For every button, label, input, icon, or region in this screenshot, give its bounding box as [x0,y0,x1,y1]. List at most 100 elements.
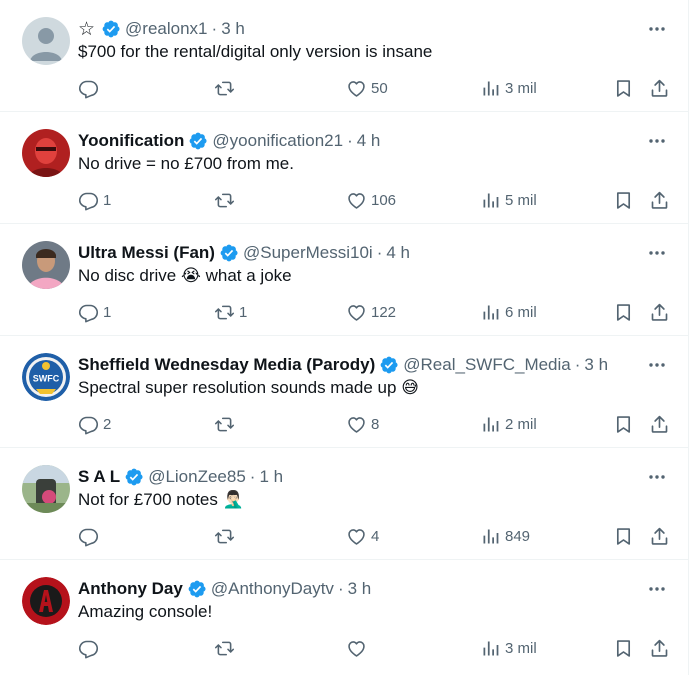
views-button[interactable]: 3 mil [480,636,537,660]
bookmark-button[interactable] [613,524,634,548]
views-button[interactable]: 5 mil [480,188,537,212]
separator: · [211,19,218,38]
like-button[interactable]: 106 [346,188,396,212]
verified-badge-icon [125,468,143,486]
retweet-button[interactable] [214,524,239,548]
heart-icon [348,640,365,657]
share-button[interactable] [649,188,670,212]
avatar[interactable] [22,241,70,289]
display-name[interactable]: Sheffield Wednesday Media (Parody) [78,355,375,375]
avatar[interactable]: SWFC [22,353,70,401]
display-name[interactable]: Yoonification [78,131,184,151]
more-icon[interactable] [648,468,666,486]
share-icon [651,79,668,97]
handle[interactable]: @SuperMessi10i [243,243,373,263]
tweet-text: Spectral super resolution sounds made up… [78,378,419,398]
share-icon [651,527,668,545]
reply-button[interactable]: 1 [78,188,111,212]
share-button[interactable] [649,412,670,436]
bookmark-button[interactable] [613,188,634,212]
retweet-button[interactable] [214,188,239,212]
share-button[interactable] [649,76,670,100]
reply-button[interactable]: 2 [78,412,111,436]
bookmark-icon [616,303,631,321]
like-button[interactable]: 8 [346,412,379,436]
timestamp[interactable]: 3 h [221,19,245,39]
retweet-button[interactable] [214,636,239,660]
bookmark-button[interactable] [613,636,634,660]
retweet-button[interactable] [214,76,239,100]
handle[interactable]: @yoonification21 [212,131,343,151]
retweet-icon [214,305,235,319]
retweet-icon [214,81,235,95]
heart-icon [348,192,365,209]
views-button[interactable]: 3 mil [480,76,537,100]
bookmark-button[interactable] [613,300,634,324]
avatar[interactable] [22,129,70,177]
timestamp[interactable]: 3 h [348,579,372,599]
tweet-feed: ☆ @realonx1 · 3 h $700 for the rental/di… [0,0,689,675]
like-button[interactable]: 4 [346,524,379,548]
tweet[interactable]: Yoonification @yoonification21 · 4 h No … [0,112,688,224]
bookmark-icon [616,415,631,433]
bookmark-button[interactable] [613,76,634,100]
tweet[interactable]: SWFC Sheffield Wednesday Media (Parody) … [0,336,688,448]
reply-icon [78,192,99,210]
more-icon[interactable] [648,580,666,598]
views-icon [483,417,499,431]
reply-count: 2 [103,415,112,433]
handle[interactable]: @realonx1 [125,19,207,39]
tweet[interactable]: Anthony Day @AnthonyDaytv · 3 h Amazing … [0,560,688,675]
timestamp[interactable]: 1 h [259,467,283,487]
avatar-crest-text: SWFC [33,374,60,384]
tweet[interactable]: S A L @LionZee85 · 1 h Not for £700 note… [0,448,688,560]
tweet-header: Anthony Day @AnthonyDaytv · 3 h [78,577,371,601]
retweet-button[interactable] [214,412,239,436]
display-name[interactable]: Anthony Day [78,579,183,599]
retweet-icon [214,529,235,543]
share-icon [651,303,668,321]
separator: · [337,579,344,598]
handle[interactable]: @AnthonyDaytv [211,579,334,599]
like-button[interactable]: 122 [346,300,396,324]
more-icon[interactable] [648,356,666,374]
bookmark-button[interactable] [613,412,634,436]
reply-button[interactable]: 1 [78,300,111,324]
reply-button[interactable] [78,76,103,100]
tweet-header: ☆ @realonx1 · 3 h [78,17,245,41]
reply-button[interactable] [78,636,103,660]
like-button[interactable]: 50 [346,76,388,100]
display-name[interactable]: Ultra Messi (Fan) [78,243,215,263]
heart-icon [348,416,365,433]
tweet[interactable]: ☆ @realonx1 · 3 h $700 for the rental/di… [0,0,688,112]
timestamp[interactable]: 4 h [357,131,381,151]
tweet[interactable]: Ultra Messi (Fan) @SuperMessi10i · 4 h N… [0,224,688,336]
share-button[interactable] [649,524,670,548]
bookmark-icon [616,191,631,209]
views-button[interactable]: 849 [480,524,530,548]
avatar[interactable] [22,465,70,513]
like-button[interactable] [346,636,371,660]
avatar[interactable] [22,17,70,65]
tweet-text: Not for £700 notes 🤦🏻‍♂️ [78,490,244,510]
views-icon [483,529,499,543]
views-button[interactable]: 2 mil [480,412,537,436]
avatar[interactable] [22,577,70,625]
tweet-header: S A L @LionZee85 · 1 h [78,465,283,489]
more-icon[interactable] [648,20,666,38]
reply-button[interactable] [78,524,103,548]
like-count: 8 [371,415,380,433]
timestamp[interactable]: 3 h [584,355,608,375]
handle[interactable]: @Real_SWFC_Media [403,355,570,375]
share-button[interactable] [649,300,670,324]
handle[interactable]: @LionZee85 [148,467,246,487]
separator: · [376,243,383,262]
timestamp[interactable]: 4 h [386,243,410,263]
more-icon[interactable] [648,132,666,150]
more-icon[interactable] [648,244,666,262]
display-name[interactable]: S A L [78,467,120,487]
views-button[interactable]: 6 mil [480,300,537,324]
retweet-button[interactable]: 1 [214,300,247,324]
share-icon [651,415,668,433]
share-button[interactable] [649,636,670,660]
